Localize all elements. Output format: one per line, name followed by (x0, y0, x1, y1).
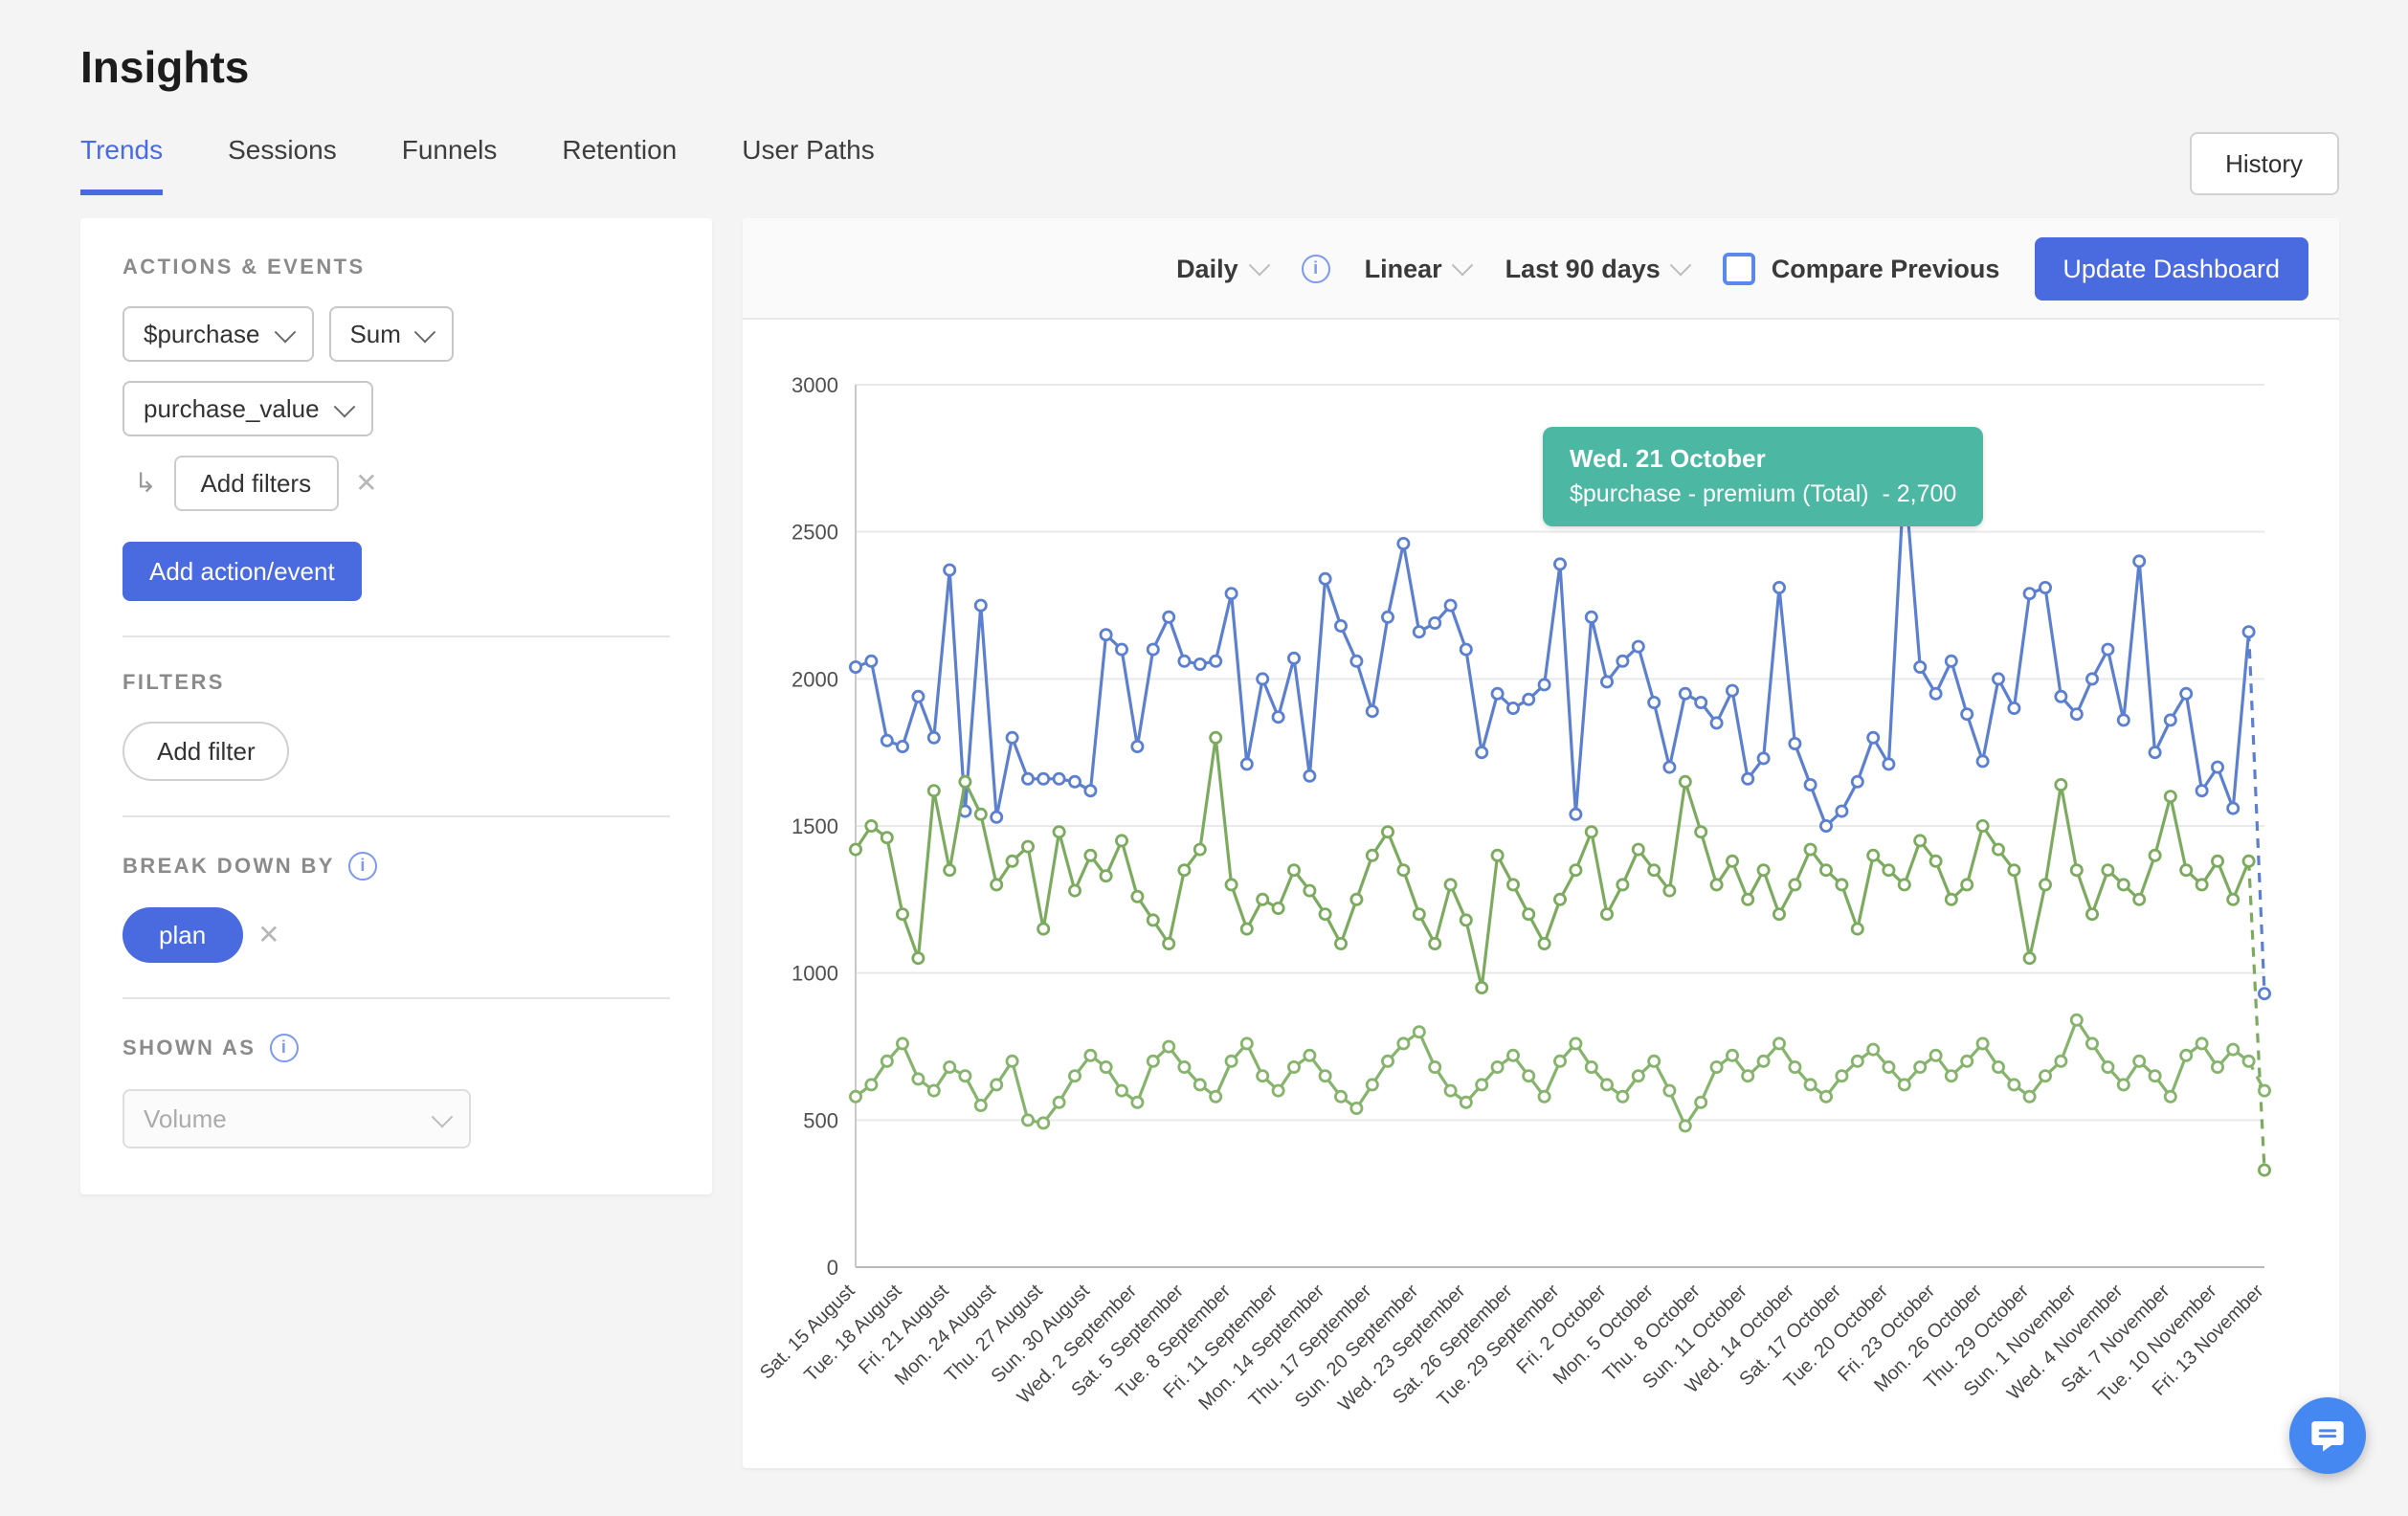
scale-select-value: Linear (1365, 254, 1442, 282)
page-title: Insights (80, 42, 2339, 94)
tab-user-paths[interactable]: User Paths (742, 134, 875, 195)
tab-sessions[interactable]: Sessions (228, 134, 337, 195)
chat-launcher[interactable] (2289, 1397, 2366, 1474)
chart-tooltip: Wed. 21 October $purchase - premium (Tot… (1543, 427, 1983, 526)
add-filters-row: ↳ Add filters ✕ (134, 456, 670, 511)
divider (123, 635, 670, 637)
tooltip-title: Wed. 21 October (1570, 444, 1956, 473)
breakdown-heading: BREAK DOWN BY i (123, 852, 670, 881)
shown-as-heading-label: SHOWN AS (123, 1037, 256, 1059)
info-icon[interactable]: i (348, 852, 377, 881)
insights-page: Insights Trends Sessions Funnels Retenti… (0, 0, 2408, 1516)
event-row: $purchase Sum (123, 306, 670, 362)
divider (123, 815, 670, 817)
svg-text:1000: 1000 (792, 962, 838, 986)
compare-previous-checkbox[interactable] (1724, 252, 1756, 284)
chevron-down-icon (415, 321, 437, 343)
compare-previous-control[interactable]: Compare Previous (1724, 252, 2000, 284)
divider (123, 997, 670, 999)
tab-retention[interactable]: Retention (562, 134, 677, 195)
svg-text:3000: 3000 (792, 373, 838, 397)
breakdown-pill-plan[interactable]: plan (123, 907, 242, 963)
svg-text:2500: 2500 (792, 521, 838, 545)
property-row: purchase_value (123, 381, 670, 436)
shown-as-heading: SHOWN AS i (123, 1034, 670, 1062)
chart-card: Daily i Linear Last 90 days Compare Prev… (743, 218, 2339, 1468)
remove-breakdown-icon[interactable]: ✕ (257, 919, 279, 951)
aggregation-select-value: Sum (349, 320, 400, 348)
remove-event-icon[interactable]: ✕ (355, 467, 377, 500)
date-range-select[interactable]: Last 90 days (1505, 254, 1689, 282)
info-icon[interactable]: i (269, 1034, 298, 1062)
scale-select[interactable]: Linear (1365, 254, 1471, 282)
date-range-value: Last 90 days (1505, 254, 1661, 282)
chevron-down-icon (1670, 255, 1692, 277)
info-icon[interactable]: i (1302, 254, 1330, 282)
property-select-value: purchase_value (144, 394, 320, 423)
aggregation-select[interactable]: Sum (328, 306, 454, 362)
chevron-down-icon (333, 395, 355, 417)
property-select[interactable]: purchase_value (123, 381, 373, 436)
svg-text:1500: 1500 (792, 814, 838, 838)
breakdown-row: plan ✕ (123, 907, 670, 963)
main-content: ACTIONS & EVENTS $purchase Sum purchase_… (0, 195, 2408, 1468)
add-action-event-button[interactable]: Add action/event (123, 542, 362, 601)
chevron-down-icon (1248, 255, 1270, 277)
chat-icon (2308, 1416, 2347, 1455)
chart-body: 050010001500200025003000Sat. 15 AugustTu… (743, 320, 2339, 1468)
tabs-row: Trends Sessions Funnels Retention User P… (0, 132, 2408, 195)
svg-text:0: 0 (827, 1256, 838, 1280)
chart-toolbar: Daily i Linear Last 90 days Compare Prev… (743, 218, 2339, 320)
filters-heading: FILTERS (123, 672, 670, 695)
add-filters-button[interactable]: Add filters (173, 456, 338, 511)
breakdown-heading-label: BREAK DOWN BY (123, 855, 335, 878)
query-panel: ACTIONS & EVENTS $purchase Sum purchase_… (80, 218, 712, 1194)
interval-select[interactable]: Daily (1176, 254, 1267, 282)
compare-previous-label: Compare Previous (1772, 254, 2000, 282)
chevron-down-icon (432, 1105, 454, 1127)
history-button[interactable]: History (2189, 132, 2339, 195)
shown-as-select[interactable]: Volume (123, 1089, 471, 1148)
update-dashboard-button[interactable]: Update Dashboard (2034, 236, 2308, 300)
tooltip-body: $purchase - premium (Total) - 2,700 (1570, 480, 1956, 507)
interval-select-value: Daily (1176, 254, 1238, 282)
page-header: Insights (0, 0, 2408, 94)
svg-text:2000: 2000 (792, 667, 838, 691)
chevron-down-icon (1452, 255, 1474, 277)
event-select[interactable]: $purchase (123, 306, 313, 362)
chevron-down-icon (274, 321, 296, 343)
add-filter-button[interactable]: Add filter (123, 722, 290, 781)
tab-trends[interactable]: Trends (80, 134, 163, 195)
tab-funnels[interactable]: Funnels (402, 134, 498, 195)
svg-text:500: 500 (803, 1108, 838, 1132)
actions-events-heading: ACTIONS & EVENTS (123, 256, 670, 279)
event-select-value: $purchase (144, 320, 259, 348)
trend-chart[interactable]: 050010001500200025003000Sat. 15 AugustTu… (748, 343, 2303, 1468)
nested-arrow-icon: ↳ (134, 467, 156, 500)
shown-as-value: Volume (144, 1104, 227, 1133)
